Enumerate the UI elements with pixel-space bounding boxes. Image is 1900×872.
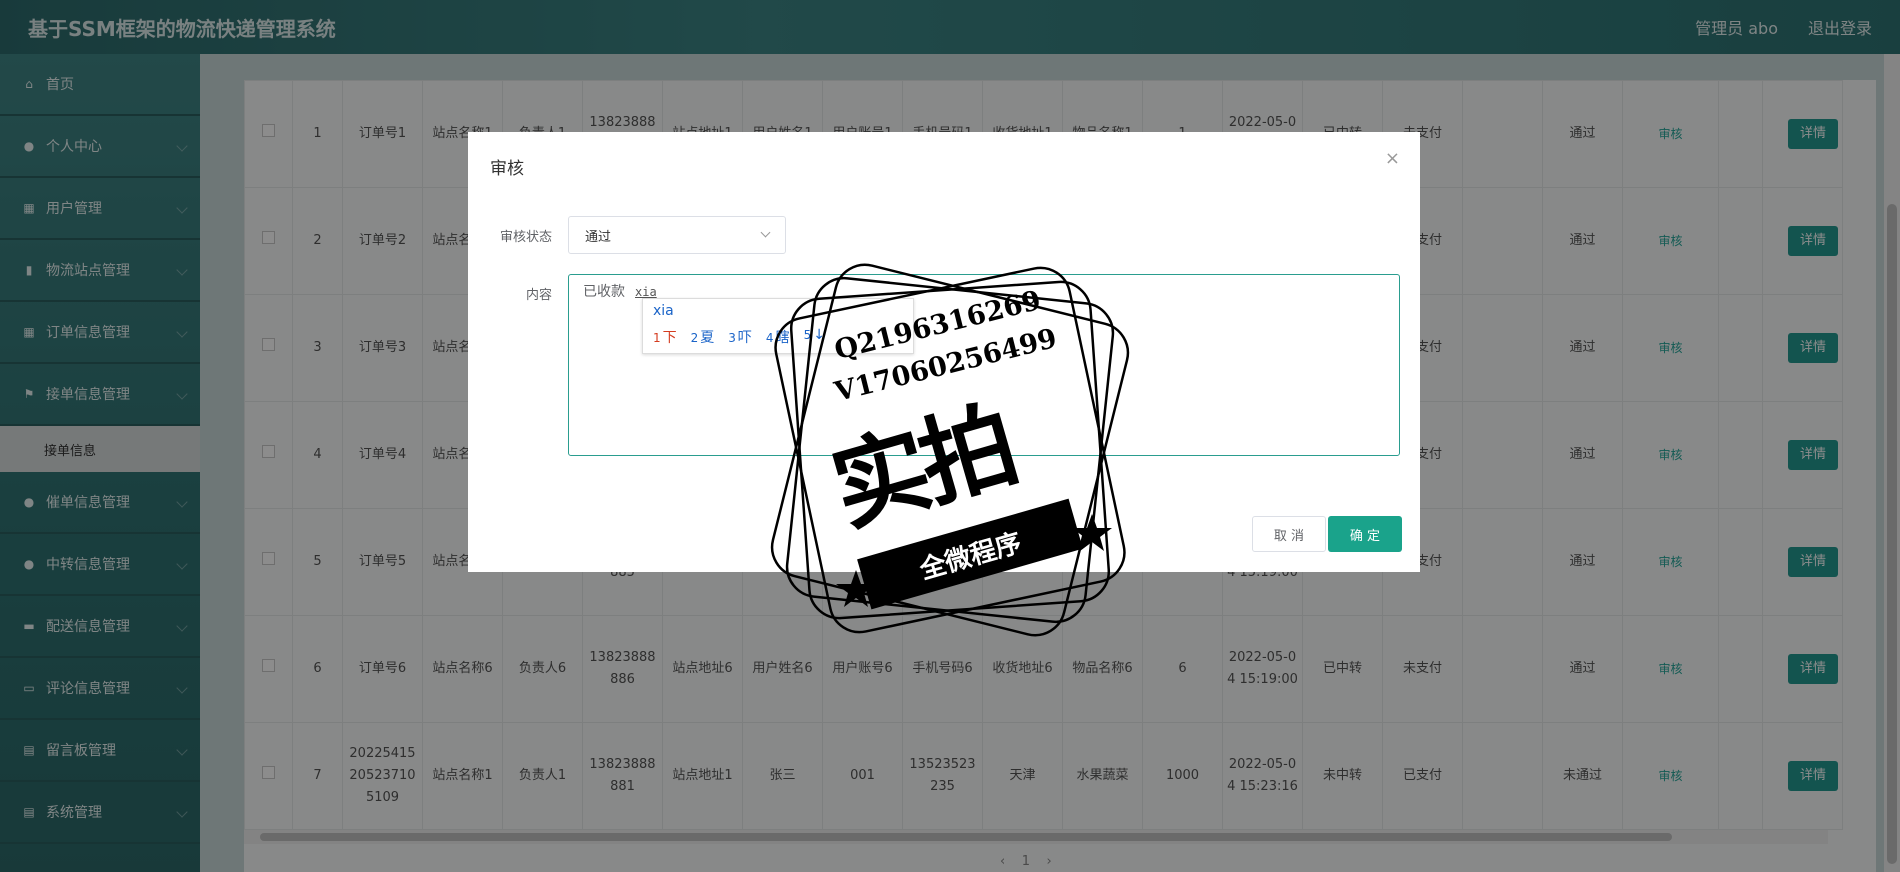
- ime-pinyin: xia: [653, 303, 674, 319]
- status-label: 审核状态: [500, 230, 553, 245]
- confirm-button[interactable]: 确 定: [1328, 516, 1402, 552]
- status-select[interactable]: 通过: [568, 216, 786, 254]
- ime-candidate[interactable]: 2夏: [691, 327, 715, 347]
- ime-composition: xia: [635, 285, 657, 299]
- content-label: 内容: [526, 288, 553, 303]
- ime-candidate[interactable]: 1下: [653, 327, 677, 347]
- close-icon[interactable]: ×: [1385, 148, 1400, 169]
- dialog-title: 审核: [490, 159, 524, 179]
- status-select-value: 通过: [585, 229, 612, 245]
- chevron-down-icon: [760, 227, 771, 238]
- content-value: 已收款: [583, 284, 625, 300]
- watermark-stamp: Q2196316269 V17060256499 实拍 全微程序: [740, 250, 1160, 650]
- cancel-button[interactable]: 取 消: [1252, 516, 1326, 552]
